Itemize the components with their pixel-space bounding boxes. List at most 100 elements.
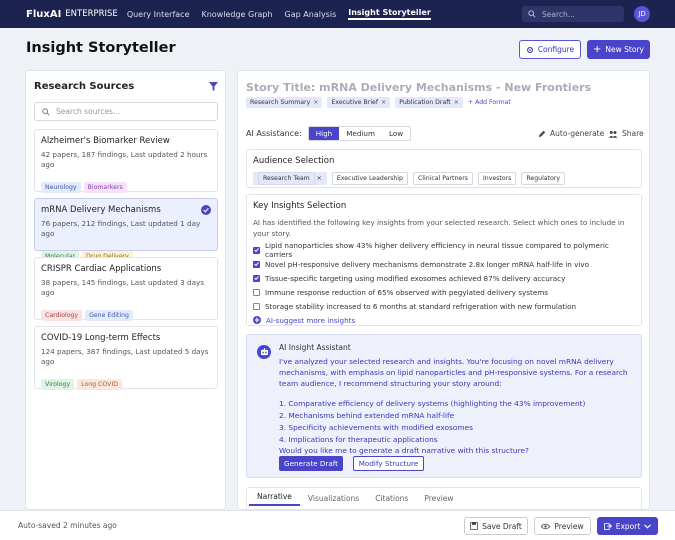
nav-link-insight-storyteller[interactable]: Insight Storyteller [348, 8, 431, 20]
new-story-button[interactable]: + New Story [587, 40, 650, 59]
audience-research-team[interactable]: Research Team × [253, 172, 327, 185]
save-icon [470, 522, 479, 530]
source-card-mrna[interactable]: mRNA Delivery Mechanisms 76 papers, 212 … [34, 198, 218, 262]
source-card-alzheimers[interactable]: Alzheimer's Biomarker Review 42 papers, … [34, 129, 218, 193]
ai-suggest-label: AI-suggest more insights [266, 315, 356, 325]
insight-text: Novel pH-responsive delivery mechanisms … [265, 259, 590, 269]
configure-label: Configure [537, 45, 575, 54]
audience-regulatory[interactable]: Regulatory [521, 172, 565, 185]
global-search-placeholder: Search... [542, 9, 575, 19]
page-title: Insight Storyteller [26, 40, 176, 56]
ai-level-medium[interactable]: Medium [339, 127, 382, 140]
ai-level-low[interactable]: Low [382, 127, 410, 140]
preview-label: Preview [554, 521, 584, 531]
plus-circle-icon [253, 316, 261, 324]
source-title: COVID-19 Long-term Effects [41, 333, 161, 343]
brand-logo[interactable]: FluxAI [26, 9, 61, 20]
source-meta: 42 papers, 187 findings, Last updated 2 … [41, 150, 208, 169]
auto-generate-button[interactable]: Auto-generate [538, 129, 604, 138]
insight-text: Tissue-specific targeting using modified… [265, 273, 566, 283]
research-sources-title: Research Sources [34, 81, 135, 92]
assistant-question: Would you like me to generate a draft na… [279, 446, 529, 455]
tab-visualizations[interactable]: Visualizations [300, 494, 367, 503]
source-search-input[interactable]: Search sources... [34, 102, 218, 121]
tag-virology: Virology [41, 379, 75, 390]
user-avatar[interactable]: JD [634, 6, 650, 22]
nav-link-knowledge-graph[interactable]: Knowledge Graph [201, 10, 272, 19]
export-label: Export [615, 521, 641, 531]
checkbox-checked[interactable] [253, 246, 260, 254]
insight-text: Lipid nanoparticles show 43% higher deli… [265, 241, 609, 259]
story-title-input[interactable]: Story Title: mRNA Delivery Mechanisms - … [246, 81, 591, 94]
ai-assistance-label: AI Assistance: [246, 129, 302, 138]
remove-icon[interactable]: × [313, 99, 318, 106]
assistant-message: I've analyzed your selected research and… [279, 357, 628, 388]
footer-bar: Auto-saved 2 minutes ago Save Draft Prev… [0, 510, 675, 540]
tab-citations[interactable]: Citations [367, 494, 416, 503]
filter-icon[interactable] [209, 82, 218, 91]
source-title: mRNA Delivery Mechanisms [41, 205, 161, 215]
insight-item[interactable]: Tissue-specific targeting using modified… [253, 271, 635, 285]
source-meta: 38 papers, 145 findings, Last updated 3 … [41, 278, 204, 297]
checkbox-unchecked[interactable] [253, 302, 260, 310]
save-draft-button[interactable]: Save Draft [464, 517, 528, 535]
structure-step: 4. Implications for therapeutic applicat… [279, 435, 438, 444]
insight-item[interactable]: Lipid nanoparticles show 43% higher deli… [253, 241, 635, 259]
insight-item[interactable]: Novel pH-responsive delivery mechanisms … [253, 257, 635, 271]
ai-level-toggle: High Medium Low [307, 126, 412, 141]
remove-icon[interactable]: × [454, 99, 459, 106]
structure-step: 3. Specificity achievements with modifie… [279, 423, 473, 432]
tag-gene-editing: Gene Editing [85, 310, 133, 321]
ai-suggest-link[interactable]: AI-suggest more insights [253, 313, 635, 327]
tab-preview[interactable]: Preview [416, 494, 461, 503]
structure-list: 1. Comparative efficiency of delivery sy… [279, 398, 585, 446]
export-button[interactable]: Export [597, 517, 658, 535]
story-editor-panel: Story Title: mRNA Delivery Mechanisms - … [237, 70, 650, 510]
configure-button[interactable]: Configure [519, 40, 581, 59]
preview-button[interactable]: Preview [534, 517, 591, 535]
checkbox-checked[interactable] [253, 274, 260, 282]
search-icon [528, 10, 536, 18]
audience-clinical-partners[interactable]: Clinical Partners [412, 172, 473, 185]
plus-icon: + [593, 44, 602, 55]
audience-executive-leadership[interactable]: Executive Leadership [331, 172, 408, 185]
generate-draft-button[interactable]: Generate Draft [279, 456, 343, 471]
insight-item[interactable]: Immune response reduction of 65% observe… [253, 285, 635, 299]
source-title: Alzheimer's Biomarker Review [41, 136, 170, 146]
checkbox-unchecked[interactable] [253, 288, 260, 296]
checkbox-checked[interactable] [253, 260, 260, 268]
autosave-status: Auto-saved 2 minutes ago [18, 521, 117, 530]
format-chip-publication-draft[interactable]: Publication Draft × [395, 97, 463, 108]
nav-link-gap-analysis[interactable]: Gap Analysis [285, 10, 337, 19]
new-story-label: New Story [605, 45, 644, 54]
audience-investors[interactable]: Investors [477, 172, 517, 185]
share-button[interactable]: Share [609, 129, 644, 138]
global-search-input[interactable]: Search... [522, 6, 624, 22]
format-chip-executive-brief[interactable]: Executive Brief × [327, 97, 391, 108]
source-card-covid[interactable]: COVID-19 Long-term Effects 124 papers, 3… [34, 326, 218, 390]
insight-item[interactable]: Storage stability increased to 6 months … [253, 299, 635, 313]
ai-level-high[interactable]: High [308, 127, 340, 140]
tag-biomarkers: Biomarkers [83, 182, 127, 193]
editor-tabs: Narrative Visualizations Citations Previ… [246, 487, 642, 509]
format-chip-research-summary[interactable]: Research Summary × [246, 97, 323, 108]
brand-subtitle: ENTERPRISE [65, 9, 118, 19]
research-sources-panel: Research Sources Search sources... Alzhe… [25, 70, 226, 510]
tag-cardiology: Cardiology [41, 310, 83, 321]
source-card-crispr[interactable]: CRISPR Cardiac Applications 38 papers, 1… [34, 257, 218, 321]
add-format-link[interactable]: + Add Format [468, 99, 511, 106]
modify-structure-button[interactable]: Modify Structure [353, 456, 424, 471]
robot-icon [257, 345, 271, 359]
ai-insight-assistant: AI Insight Assistant I've analyzed your … [246, 334, 642, 478]
save-draft-label: Save Draft [482, 521, 522, 531]
remove-icon[interactable]: × [381, 99, 386, 106]
eye-icon [541, 523, 551, 529]
tab-narrative[interactable]: Narrative [249, 492, 300, 506]
insight-text: Immune response reduction of 65% observe… [265, 287, 548, 297]
source-search-placeholder: Search sources... [56, 107, 121, 116]
nav-link-query-interface[interactable]: Query Interface [127, 10, 190, 19]
export-icon [603, 523, 612, 530]
structure-step: 1. Comparative efficiency of delivery sy… [279, 399, 586, 408]
source-meta: 76 papers, 212 findings, Last updated 1 … [41, 219, 201, 238]
search-icon [42, 107, 50, 116]
